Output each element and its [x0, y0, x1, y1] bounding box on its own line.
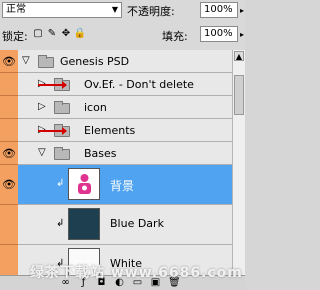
layer-thumbnail [68, 208, 100, 240]
scroll-up-icon[interactable]: ▲ [234, 51, 244, 61]
layer-name: Blue Dark [110, 217, 164, 230]
layer-thumbnail [68, 168, 100, 200]
layer-row-ov-ef[interactable]: ▷ Ov.Ef. - Don't delete [18, 73, 232, 96]
blend-mode-value: 正常 [6, 4, 26, 15]
opacity-value: 100% [204, 4, 233, 15]
eye-icon: 👁 [2, 178, 16, 191]
visibility-toggle[interactable] [0, 205, 18, 245]
folder-icon [54, 101, 70, 114]
opacity-arrow-icon[interactable]: ▸ [240, 6, 244, 15]
scrollbar[interactable]: ▲ [232, 50, 245, 275]
lock-label: 锁定: [2, 30, 28, 43]
visibility-toggle[interactable] [0, 73, 18, 96]
visibility-toggle[interactable]: 👁 [0, 165, 18, 205]
red-arrow-icon [38, 81, 67, 89]
layer-row-background[interactable]: ↲ 背景 [18, 165, 232, 205]
layer-name: 背景 [110, 179, 135, 193]
red-arrow-icon [38, 127, 67, 135]
lock-transparent-icon[interactable]: ▢ [32, 27, 44, 40]
lock-position-icon[interactable]: ✥ [60, 27, 72, 40]
layer-row-genesis-psd[interactable]: ▽ Genesis PSD [18, 50, 232, 73]
lock-all-icon[interactable]: 🔒 [74, 27, 86, 40]
layer-name: Bases [84, 147, 117, 160]
layer-name: Elements [84, 124, 136, 137]
visibility-column: 👁 👁 👁 [0, 50, 18, 275]
visibility-toggle[interactable] [0, 96, 18, 119]
expand-triangle-icon[interactable]: ▽ [38, 147, 46, 158]
layer-name: icon [84, 101, 107, 114]
watermark: 绿茶下载站 www.6686.com [30, 265, 243, 281]
fill-label: 填充: [162, 30, 188, 43]
folder-icon [54, 147, 70, 160]
fill-arrow-icon[interactable]: ▸ [240, 30, 244, 39]
layers-list: 👁 👁 👁 ▽ Genesis PSD ▷ Ov.Ef. - Don't del… [0, 50, 232, 275]
eye-icon: 👁 [2, 55, 16, 68]
blend-mode-dropdown[interactable]: 正常 ▼ [2, 2, 122, 18]
layer-row-elements[interactable]: ▷ Elements [18, 119, 232, 142]
clipping-arrow-icon: ↲ [56, 218, 65, 229]
avatar-figure-icon [78, 174, 91, 194]
layer-row-icon[interactable]: ▷ icon [18, 96, 232, 119]
layer-name: Ov.Ef. - Don't delete [84, 78, 194, 91]
fill-field[interactable]: 100% [200, 26, 238, 42]
scrollbar-thumb[interactable] [234, 75, 244, 115]
opacity-field[interactable]: 100% [200, 2, 238, 18]
visibility-toggle[interactable] [0, 245, 18, 275]
expand-triangle-icon[interactable]: ▽ [22, 55, 30, 66]
eye-icon: 👁 [2, 147, 16, 160]
collapse-triangle-icon[interactable]: ▷ [38, 101, 46, 112]
opacity-label: 不透明度: [127, 5, 175, 18]
fill-value: 100% [204, 28, 233, 39]
layer-options-bar: 正常 ▼ 不透明度: 100% ▸ 锁定: ▢ ✎ ✥ 🔒 填充: 100% ▸ [0, 0, 245, 50]
layer-row-bases[interactable]: ▽ Bases [18, 142, 232, 165]
visibility-toggle[interactable]: 👁 [0, 142, 18, 165]
layer-name: Genesis PSD [60, 55, 130, 68]
visibility-toggle[interactable]: 👁 [0, 50, 18, 73]
lock-options: ▢ ✎ ✥ 🔒 [32, 27, 86, 40]
folder-icon [38, 55, 54, 68]
chevron-down-icon: ▼ [111, 5, 118, 14]
lock-image-icon[interactable]: ✎ [46, 27, 58, 40]
visibility-toggle[interactable] [0, 119, 18, 142]
clipping-arrow-icon: ↲ [56, 178, 65, 189]
layer-row-blue-dark[interactable]: ↲ Blue Dark [18, 205, 232, 245]
